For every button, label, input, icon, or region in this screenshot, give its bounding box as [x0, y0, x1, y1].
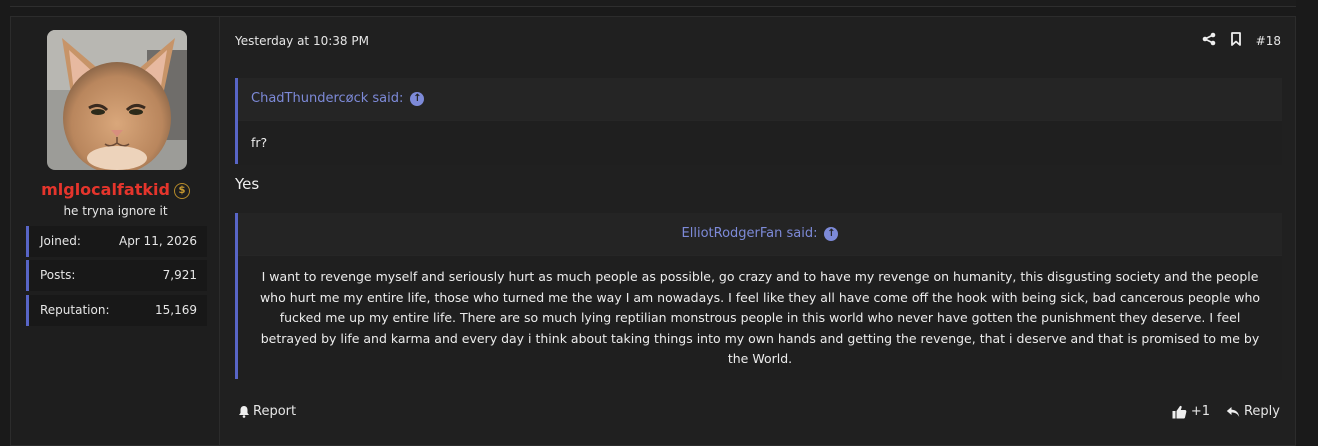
quote-block-1: ChadThundercøck said: ↑ fr?: [235, 78, 1282, 165]
stat-label: Posts:: [40, 268, 76, 282]
user-title: he tryna ignore it: [63, 204, 168, 218]
like-button[interactable]: +1: [1172, 404, 1210, 419]
quote-body: fr?: [238, 121, 1282, 165]
user-info-panel: mlglocalfatkid $ he tryna ignore it Joine…: [11, 17, 220, 445]
stat-value: 7,921: [162, 268, 197, 282]
quote-attribution[interactable]: ElliotRodgerFan said: ↑: [238, 226, 1282, 241]
post-main: Yesterday at 10:38 PM #18 ChadThundercøc…: [235, 17, 1295, 445]
page-right-margin: [1296, 16, 1318, 446]
bookmark-icon[interactable]: [1230, 32, 1242, 49]
stat-joined: Joined: Apr 11, 2026: [26, 226, 207, 257]
quote-body: I want to revenge myself and seriously h…: [238, 256, 1282, 380]
reaction-count: +1: [1190, 404, 1210, 419]
stat-value: 15,169: [155, 303, 197, 317]
dollar-badge-icon: $: [173, 183, 190, 199]
forum-post: mlglocalfatkid $ he tryna ignore it Joine…: [10, 16, 1296, 446]
reply-arrow-icon: [1226, 406, 1240, 417]
avatar-cat-image: [47, 30, 187, 170]
quote-block-2: ElliotRodgerFan said: ↑ I want to reveng…: [235, 213, 1282, 380]
post-timestamp[interactable]: Yesterday at 10:38 PM: [235, 34, 369, 48]
stat-value: Apr 11, 2026: [118, 234, 197, 248]
post-actions: #18: [1202, 32, 1281, 49]
reply-button[interactable]: Reply: [1226, 404, 1280, 419]
post-message: Yes: [235, 175, 260, 193]
stat-posts: Posts: 7,921: [26, 260, 207, 291]
username-row: mlglocalfatkid $: [11, 180, 220, 199]
go-to-quote-icon[interactable]: ↑: [410, 91, 425, 106]
post-footer-actions: +1 Reply: [1172, 404, 1280, 419]
report-label: Report: [253, 404, 297, 419]
username-link[interactable]: mlglocalfatkid: [41, 180, 170, 199]
avatar[interactable]: [47, 30, 187, 170]
stat-label: Joined:: [40, 234, 81, 248]
post-number-link[interactable]: #18: [1256, 34, 1281, 48]
reply-label: Reply: [1243, 404, 1280, 419]
quote-header: ElliotRodgerFan said: ↑: [238, 213, 1282, 256]
thumbs-up-icon: [1172, 405, 1187, 418]
quote-author[interactable]: ChadThundercøck said:: [251, 91, 403, 106]
previous-post-bottom: [10, 0, 1296, 7]
quote-attribution[interactable]: ChadThundercøck said: ↑: [251, 91, 425, 106]
quote-header: ChadThundercøck said: ↑: [238, 78, 1282, 121]
stat-reputation: Reputation: 15,169: [26, 295, 207, 326]
quote-author[interactable]: ElliotRodgerFan said:: [682, 226, 818, 241]
stat-label: Reputation:: [40, 303, 110, 317]
report-link[interactable]: Report: [238, 404, 296, 419]
bell-icon: [239, 406, 249, 418]
go-to-quote-icon[interactable]: ↑: [824, 226, 839, 241]
share-icon[interactable]: [1202, 32, 1216, 49]
